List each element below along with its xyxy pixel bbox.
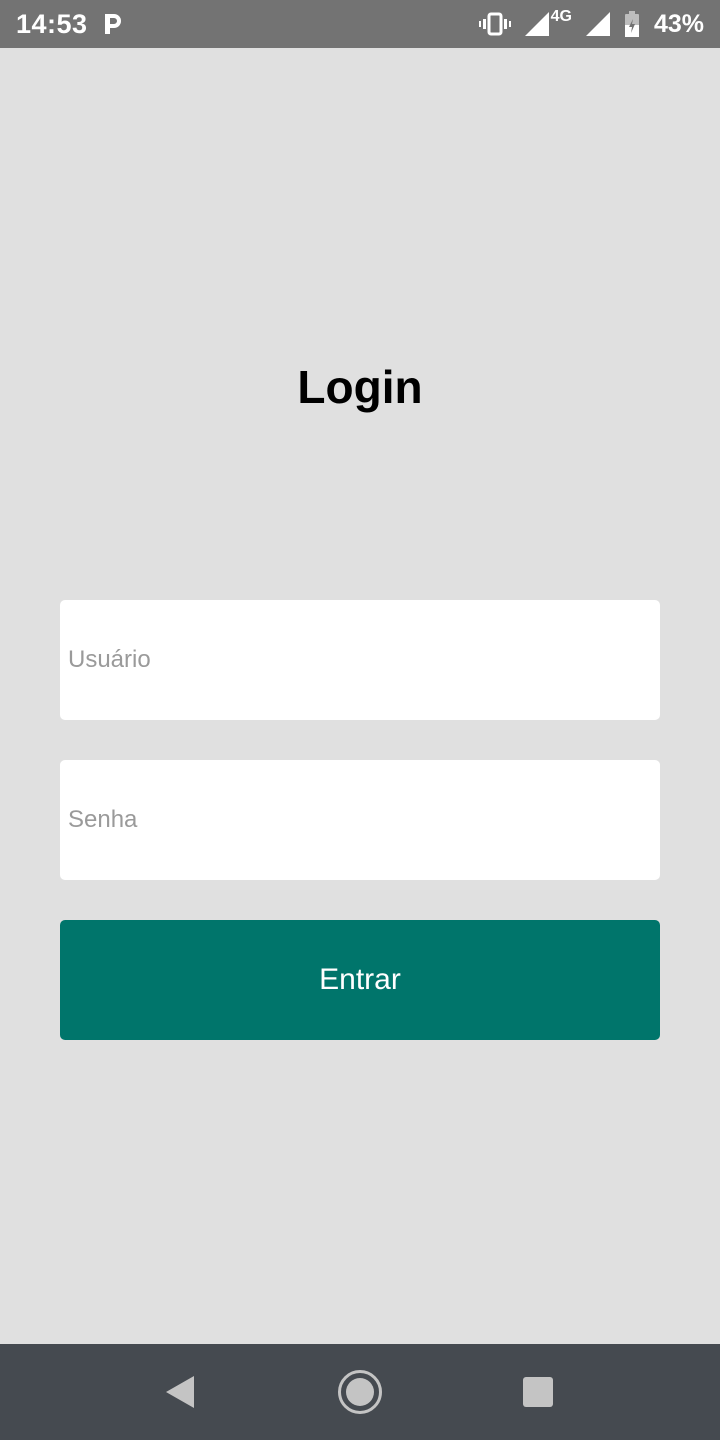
login-screen: Login Entrar <box>0 48 720 1344</box>
back-icon[interactable] <box>156 1368 204 1416</box>
network-type: 4G <box>550 8 572 25</box>
status-left: 14:53 <box>16 9 124 40</box>
login-button[interactable]: Entrar <box>60 920 660 1040</box>
password-input[interactable] <box>60 760 660 880</box>
status-bar: 14:53 4G 43% <box>0 0 720 48</box>
p-app-icon <box>102 12 124 36</box>
home-icon[interactable] <box>336 1368 384 1416</box>
signal-icon-2 <box>585 12 610 36</box>
battery-icon <box>624 11 640 37</box>
username-input[interactable] <box>60 600 660 720</box>
vibrate-icon <box>478 12 511 36</box>
recents-icon[interactable] <box>514 1368 562 1416</box>
status-right: 4G 43% <box>478 8 704 39</box>
signal-4g-group: 4G <box>524 8 572 36</box>
page-title: Login <box>297 361 423 413</box>
battery-percent: 43% <box>653 9 704 38</box>
signal-icon <box>524 12 549 36</box>
status-time: 14:53 <box>16 8 88 39</box>
navigation-bar <box>0 1344 720 1440</box>
